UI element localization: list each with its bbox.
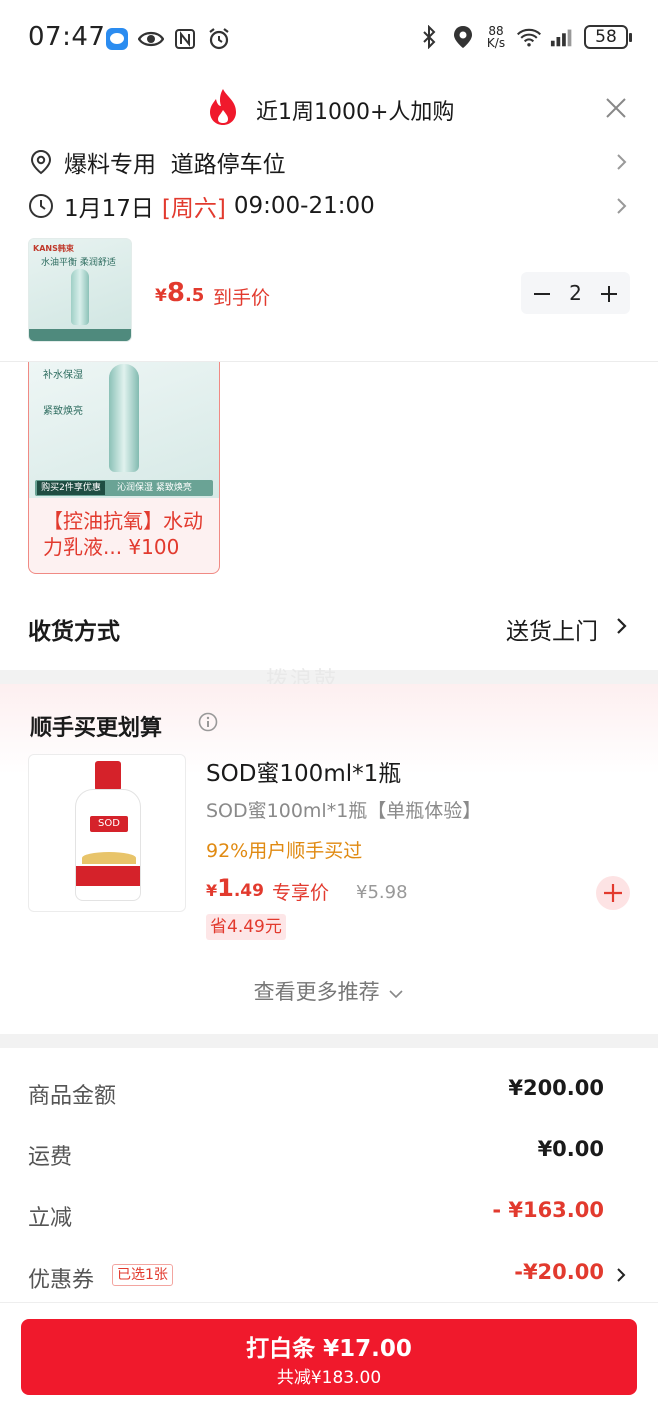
banner-text: 近1周1000+人加购 — [256, 100, 455, 125]
schedule-time-range: 09:00-21:00 — [233, 193, 375, 219]
plus-icon[interactable] — [600, 284, 618, 302]
battery-icon: 58 — [584, 25, 632, 49]
coupon-badge: 已选1张 — [112, 1264, 173, 1286]
chevron-down-icon — [388, 981, 404, 1005]
addon-item-subtitle: SOD蜜100ml*1瓶【单瓶体验】 — [206, 800, 482, 822]
addon-section: 顺手买更划算 SOD SOD蜜100ml*1瓶 SOD蜜100ml*1瓶【单瓶体… — [0, 684, 658, 1034]
signal-icon — [550, 24, 576, 50]
bottle-image — [71, 269, 89, 325]
location-pin-icon — [28, 149, 54, 175]
schedule-weekday: [周六] — [161, 196, 226, 222]
addon-item-ratio: 92%用户顺手买过 — [206, 840, 363, 862]
net-speed: 88 K/s — [486, 24, 506, 50]
addon-item-price: ¥1.49 — [206, 874, 264, 902]
gift-card[interactable]: 补水保湿 紧致焕亮 购买2件享优惠 沁润保湿 紧致焕亮 【控油抗氧】水动力乳液.… — [28, 362, 220, 574]
message-app-icon — [104, 26, 130, 52]
delivery-label: 收货方式 — [28, 619, 120, 645]
schedule-date: 1月17日 — [64, 196, 154, 222]
addon-thumbnail[interactable]: SOD — [28, 754, 186, 912]
hot-banner: 近1周1000+人加购 — [0, 80, 658, 138]
gift-name: 【控油抗氧】水动力乳液... ¥100 — [43, 509, 203, 559]
section-divider — [0, 1034, 658, 1048]
quantity-value[interactable]: 2 — [569, 281, 582, 305]
coupon-amount: -¥20.00 — [514, 1260, 604, 1284]
location-icon — [450, 24, 476, 50]
discount-amount: - ¥163.00 — [492, 1198, 604, 1222]
alarm-icon — [206, 26, 232, 52]
addon-title: 顺手买更划算 — [30, 716, 163, 741]
addon-item-name[interactable]: SOD蜜100ml*1瓶 — [206, 754, 401, 788]
gift-image: 补水保湿 紧致焕亮 购买2件享优惠 沁润保湿 紧致焕亮 — [29, 362, 219, 498]
chevron-right-icon — [616, 152, 628, 172]
product-price: ¥8.5 — [155, 278, 205, 308]
pay-sub-label: 共减¥183.00 — [276, 1368, 382, 1388]
chevron-right-icon — [616, 1266, 626, 1284]
product-thumbnail[interactable]: KANS韩束 水油平衡 柔润舒适 — [28, 238, 132, 342]
pay-button[interactable]: 打白条 ¥17.00 共减¥183.00 — [21, 1319, 637, 1395]
shipping-row: 运费 ¥0.00 — [28, 1137, 604, 1170]
pay-bar: 打白条 ¥17.00 共减¥183.00 — [0, 1302, 658, 1416]
bluetooth-icon — [416, 24, 442, 50]
fire-icon — [206, 88, 240, 126]
product-row: KANS韩束 水油平衡 柔润舒适 ¥8.5 到手价 2 — [0, 234, 658, 362]
shipping-fee: ¥0.00 — [537, 1137, 604, 1161]
info-icon[interactable] — [198, 712, 218, 732]
addon-price-label: 专享价 — [272, 882, 330, 904]
goods-amount-row: 商品金额 ¥200.00 — [28, 1076, 604, 1109]
chevron-right-icon — [616, 616, 628, 636]
discount-row: 立减 - ¥163.00 — [28, 1198, 604, 1231]
delivery-time-row[interactable]: 1月17日 [周六] 09:00-21:00 — [28, 186, 632, 226]
addon-original-price: ¥5.98 — [356, 882, 408, 903]
clock-icon — [28, 193, 54, 219]
status-time: 07:47 — [28, 22, 106, 52]
goods-amount: ¥200.00 — [508, 1076, 604, 1100]
chevron-right-icon — [616, 196, 628, 216]
address-text: 爆料专用 道路停车位 — [64, 152, 286, 178]
pay-main-label: 打白条 ¥17.00 — [246, 1336, 412, 1362]
coupon-row[interactable]: 优惠券 已选1张 -¥20.00 — [28, 1258, 632, 1294]
add-to-order-button[interactable] — [596, 876, 630, 910]
wifi-6-icon — [516, 24, 542, 50]
eye-icon — [138, 26, 164, 52]
nfc-icon — [172, 26, 198, 52]
quantity-stepper: 2 — [521, 272, 630, 314]
close-icon[interactable] — [604, 96, 628, 120]
more-recommendations-link[interactable]: 查看更多推荐 — [0, 976, 658, 1006]
delivery-method-row[interactable]: 收货方式 送货上门 — [28, 606, 632, 646]
minus-icon[interactable] — [533, 284, 551, 302]
bottle-image — [109, 364, 139, 472]
price-label: 到手价 — [213, 287, 271, 309]
delivery-value: 送货上门 — [506, 619, 598, 645]
status-bar: 07:47 88 K/s 58 — [0, 0, 658, 80]
bottle-image: SOD — [75, 789, 141, 901]
save-badge: 省4.49元 — [206, 914, 286, 940]
address-row[interactable]: 爆料专用 道路停车位 — [28, 142, 632, 182]
